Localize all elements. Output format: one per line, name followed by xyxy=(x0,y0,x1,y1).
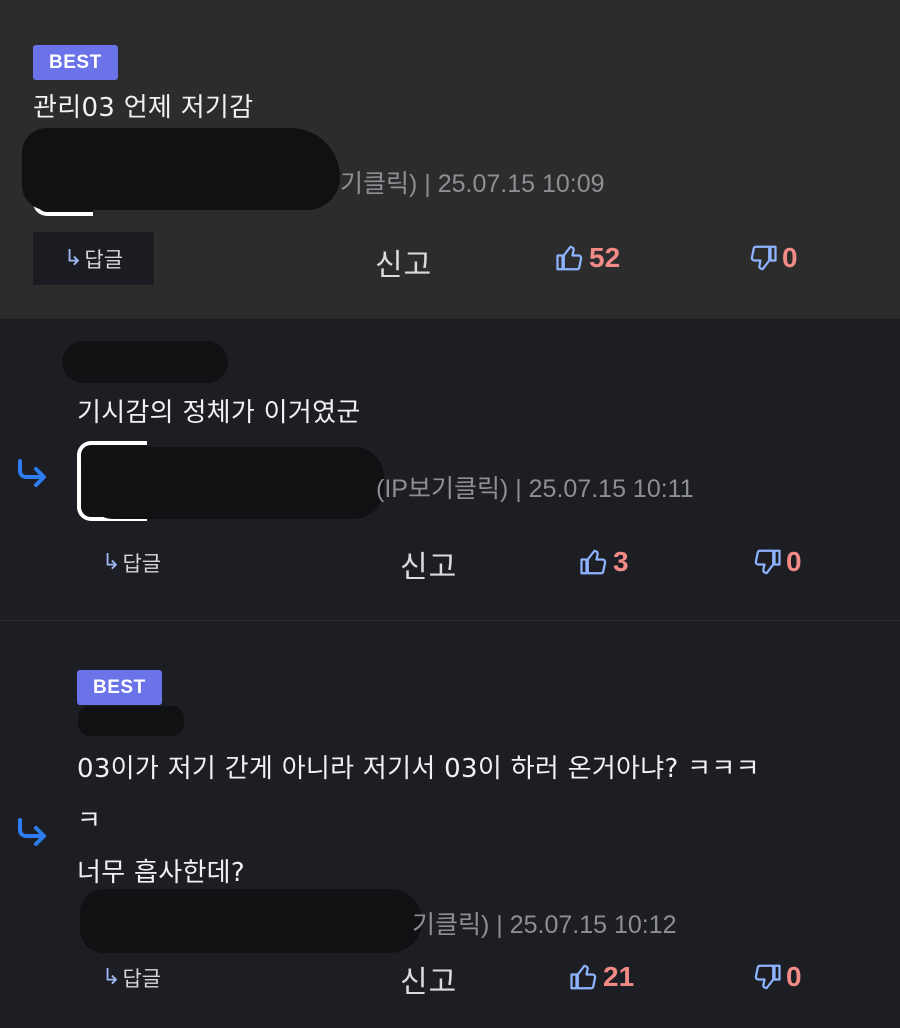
report-button[interactable]: 신고 xyxy=(400,957,457,1001)
reply-arrow-icon: ↳ xyxy=(102,965,121,990)
comment-item: BEST 03이가 저기 간게 아니라 저기서 03이 하러 온거아냐? ㅋㅋㅋ… xyxy=(0,620,900,1028)
thumbs-down-icon xyxy=(750,245,777,271)
reply-button[interactable]: ↳ 답글 xyxy=(102,536,161,589)
nested-reply-arrow-icon xyxy=(18,459,46,487)
reply-arrow-icon: ↳ xyxy=(63,246,83,271)
dislike-button[interactable]: 0 xyxy=(752,961,802,993)
nested-reply-arrow-icon xyxy=(18,818,46,846)
reply-arrow-icon: ↳ xyxy=(102,550,121,575)
thumbs-down-icon xyxy=(754,964,781,990)
thumbs-up-icon xyxy=(570,964,597,990)
like-count: 52 xyxy=(589,242,621,273)
redacted-author xyxy=(84,447,384,519)
redacted-author xyxy=(78,706,184,736)
comment-text: 관리03 언제 저기감 xyxy=(33,93,254,123)
comment-item: 기시감의 정체가 이거였군 (IP보기클릭) | 25.07.15 10:11 … xyxy=(0,318,900,620)
like-count: 21 xyxy=(603,961,635,992)
comment-meta: (IP보기클릭) | 25.07.15 10:11 xyxy=(376,475,694,503)
thumbs-down-icon xyxy=(754,549,781,575)
report-button[interactable]: 신고 xyxy=(375,240,432,284)
comment-meta: 기클릭) | 25.07.15 10:12 xyxy=(412,911,677,939)
comment-meta: 기클릭) | 25.07.15 10:09 xyxy=(340,170,605,198)
comment-text: 기시감의 정체가 이거였군 xyxy=(77,398,361,428)
reply-label: 답글 xyxy=(122,551,162,576)
comment-text: 03이가 저기 간게 아니라 저기서 03이 하러 온거아냐? ㅋㅋㅋ ㅋ 너무… xyxy=(77,754,760,888)
redacted-author xyxy=(62,341,228,383)
dislike-button[interactable]: 0 xyxy=(752,546,802,578)
reply-button[interactable]: ↳ 답글 xyxy=(33,232,154,285)
dislike-button[interactable]: 0 xyxy=(748,242,798,274)
like-count: 3 xyxy=(613,546,629,577)
dislike-count: 0 xyxy=(786,546,802,577)
report-button[interactable]: 신고 xyxy=(400,542,457,586)
best-badge: BEST xyxy=(33,45,118,80)
thumbs-up-icon xyxy=(580,549,607,575)
like-button[interactable]: 52 xyxy=(555,242,620,274)
thumbs-up-icon xyxy=(556,245,583,271)
comment-item: BEST 관리03 언제 저기감 기클릭) | 25.07.15 10:09 ↳… xyxy=(0,0,900,318)
reply-label: 답글 xyxy=(122,966,162,991)
best-badge: BEST xyxy=(77,670,162,705)
redacted-author xyxy=(22,128,340,210)
redacted-author xyxy=(80,889,422,953)
like-button[interactable]: 21 xyxy=(569,961,634,993)
dislike-count: 0 xyxy=(782,242,798,273)
like-button[interactable]: 3 xyxy=(579,546,629,578)
reply-label: 답글 xyxy=(84,247,124,272)
dislike-count: 0 xyxy=(786,961,802,992)
reply-button[interactable]: ↳ 답글 xyxy=(102,951,161,1004)
